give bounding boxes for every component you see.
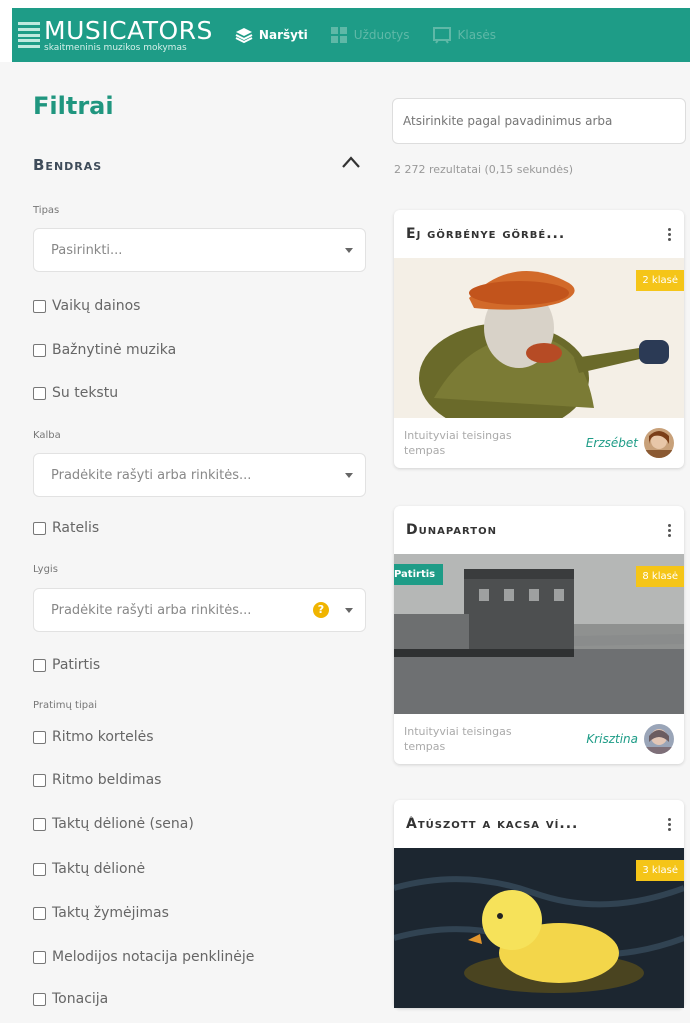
song-card[interactable]: Dunaparton Patirtis 8 klasė Intuityviai … bbox=[394, 506, 684, 764]
check-label: Patirtis bbox=[52, 657, 101, 673]
card-note: Intuityviai teisingas tempas bbox=[404, 724, 512, 753]
check-label: Taktų žymėjimas bbox=[52, 905, 169, 921]
check-with-lyrics[interactable]: Su tekstu bbox=[33, 385, 118, 401]
key-select[interactable]: Pradėkite rašyti arba rinkitės... bbox=[33, 453, 366, 497]
grade-badge: 2 klasė bbox=[636, 270, 684, 291]
key-label: Kalba bbox=[33, 430, 61, 441]
check-label: Tonacija bbox=[52, 991, 109, 1007]
check-key-signature[interactable]: Tonacija bbox=[33, 991, 108, 1007]
app-header: MUSICATORS skaitmeninis muzikos mokymas … bbox=[12, 8, 690, 62]
check-circle-dance[interactable]: Ratelis bbox=[33, 520, 99, 536]
check-label: Ritmo beldimas bbox=[52, 772, 162, 788]
check-bar-marking[interactable]: Taktų žymėjimas bbox=[33, 905, 169, 921]
check-label: Taktų dėlionė (sena) bbox=[52, 816, 194, 832]
type-select-value: Pasirinkti... bbox=[51, 242, 123, 258]
key-select-value: Pradėkite rašyti arba rinkitės... bbox=[51, 467, 252, 483]
checkbox[interactable] bbox=[33, 992, 46, 1006]
grade-badge: 8 klasė bbox=[636, 566, 684, 587]
card-image[interactable]: 3 klasė bbox=[394, 848, 684, 1008]
nav-item-classes[interactable]: Klasės bbox=[432, 26, 496, 44]
more-vertical-icon[interactable] bbox=[668, 227, 672, 241]
layers-icon bbox=[235, 26, 253, 44]
grade-badge: 3 klasė bbox=[636, 860, 684, 881]
checkbox[interactable] bbox=[33, 906, 46, 920]
avatar[interactable] bbox=[644, 724, 674, 754]
chevron-down-icon bbox=[345, 248, 353, 253]
brand-title: MUSICATORS bbox=[44, 15, 213, 45]
nav-label: Klasės bbox=[457, 28, 496, 42]
checkbox[interactable] bbox=[33, 862, 46, 876]
top-bar: MUSICATORS skaitmeninis muzikos mokymas … bbox=[0, 0, 690, 62]
checkbox[interactable] bbox=[33, 343, 46, 357]
card-title[interactable]: Átúszott a kacsa ví... bbox=[406, 816, 578, 832]
check-rhythm-tapping[interactable]: Ritmo beldimas bbox=[33, 772, 161, 788]
type-select[interactable]: Pasirinkti... bbox=[33, 228, 366, 272]
search-input[interactable] bbox=[392, 98, 686, 144]
check-bar-puzzle-old[interactable]: Taktų dėlionė (sena) bbox=[33, 816, 194, 832]
more-vertical-icon[interactable] bbox=[668, 817, 672, 831]
section-title: Bendras bbox=[33, 156, 103, 174]
logo[interactable]: MUSICATORS skaitmeninis muzikos mokymas bbox=[12, 8, 213, 62]
check-label: Su tekstu bbox=[52, 385, 119, 401]
check-label: Bažnytinė muzika bbox=[52, 342, 177, 358]
checkbox[interactable] bbox=[33, 386, 46, 400]
check-rhythm-cards[interactable]: Ritmo kortelės bbox=[33, 729, 154, 745]
type-label: Tipas bbox=[33, 205, 60, 216]
card-note: Intuityviai teisingas tempas bbox=[404, 428, 512, 457]
card-image[interactable]: 2 klasė bbox=[394, 258, 684, 418]
check-church-music[interactable]: Bažnytinė muzika bbox=[33, 342, 176, 358]
filters-title: Filtrai bbox=[33, 92, 114, 120]
check-label: Melodijos notacija penklinėje bbox=[52, 949, 255, 965]
author-name[interactable]: Krisztina bbox=[586, 732, 638, 746]
board-icon bbox=[432, 26, 452, 44]
brand-subtitle: skaitmeninis muzikos mokymas bbox=[44, 42, 187, 53]
collapse-chevron-up-icon[interactable] bbox=[340, 154, 362, 170]
chevron-down-icon bbox=[345, 608, 353, 613]
check-bar-puzzle[interactable]: Taktų dėlionė bbox=[33, 861, 145, 877]
checkbox[interactable] bbox=[33, 950, 46, 964]
check-label: Vaikų dainos bbox=[52, 298, 141, 314]
author-name[interactable]: Erzsébet bbox=[586, 436, 638, 450]
help-icon[interactable]: ? bbox=[313, 602, 329, 618]
check-children-songs[interactable]: Vaikų dainos bbox=[33, 298, 140, 314]
grid-icon bbox=[330, 26, 348, 44]
level-label: Lygis bbox=[33, 564, 58, 575]
level-select[interactable]: Pradėkite rašyti arba rinkitės... ? bbox=[33, 588, 366, 632]
nav-item-tasks[interactable]: Užduotys bbox=[330, 26, 410, 44]
more-vertical-icon[interactable] bbox=[668, 523, 672, 537]
check-label: Ritmo kortelės bbox=[52, 729, 154, 745]
check-label: Ratelis bbox=[52, 520, 100, 536]
check-melody-notation[interactable]: Melodijos notacija penklinėje bbox=[33, 949, 254, 965]
checkbox[interactable] bbox=[33, 658, 46, 672]
card-image[interactable]: Patirtis 8 klasė bbox=[394, 554, 684, 714]
checkbox[interactable] bbox=[33, 773, 46, 787]
experience-ribbon: Patirtis bbox=[394, 564, 444, 585]
checkbox[interactable] bbox=[33, 730, 46, 744]
check-experience[interactable]: Patirtis bbox=[33, 657, 100, 673]
nav-item-browse[interactable]: Naršyti bbox=[235, 26, 308, 44]
song-card[interactable]: Ej görbénye görbé... 2 klasė Intuityviai… bbox=[394, 210, 684, 468]
exercise-label: Pratimų tipai bbox=[33, 700, 98, 711]
checkbox[interactable] bbox=[33, 299, 46, 313]
results-count: 2 272 rezultatai (0,15 sekundės) bbox=[394, 163, 574, 176]
nav-label: Naršyti bbox=[258, 28, 308, 42]
chevron-down-icon bbox=[345, 473, 353, 478]
checkbox[interactable] bbox=[33, 817, 46, 831]
main-nav: Naršyti Užduotys Klasės bbox=[235, 26, 518, 44]
song-card[interactable]: Átúszott a kacsa ví... 3 klasė bbox=[394, 800, 684, 1008]
card-title[interactable]: Ej görbénye görbé... bbox=[406, 226, 565, 242]
avatar[interactable] bbox=[644, 428, 674, 458]
level-select-value: Pradėkite rašyti arba rinkitės... bbox=[51, 602, 252, 618]
nav-label: Užduotys bbox=[353, 28, 410, 42]
checkbox[interactable] bbox=[33, 521, 46, 535]
card-title[interactable]: Dunaparton bbox=[406, 522, 497, 538]
check-label: Taktų dėlionė bbox=[52, 861, 146, 877]
logo-bars-icon bbox=[18, 22, 40, 48]
